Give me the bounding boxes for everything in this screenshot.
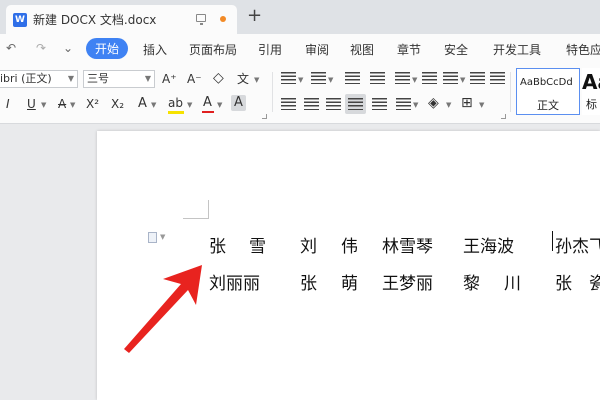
red-arrow-icon <box>124 265 202 353</box>
red-arrow-annotation <box>124 265 202 353</box>
